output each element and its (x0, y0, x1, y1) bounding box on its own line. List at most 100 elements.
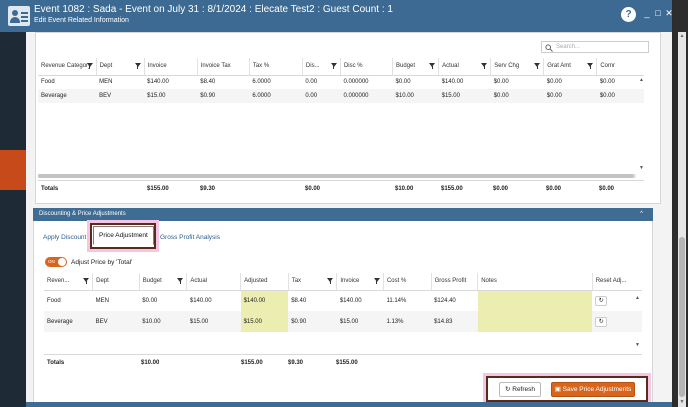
notes-input[interactable] (477, 290, 593, 311)
cell: 1.13% (383, 311, 432, 332)
filter-icon[interactable] (429, 63, 436, 69)
filter-icon[interactable] (373, 278, 380, 284)
adjust-price-toggle[interactable]: ON (45, 257, 67, 267)
col-invoice[interactable]: Invoice (336, 273, 384, 291)
tab-price-adjustment[interactable]: Price Adjustment (93, 226, 154, 245)
minimize-button[interactable]: _ (642, 8, 652, 18)
table-row[interactable]: Beverage BEV $10.00 $15.00 $15.00 $0.90 … (44, 311, 642, 332)
tab-gross-profit-analysis[interactable]: Gross Profit Analysis (160, 234, 220, 241)
revenue-totals-row: Totals $155.00 $9.30 $0.00 $10.00 $155.0… (38, 180, 644, 197)
filter-icon[interactable] (330, 63, 337, 69)
refresh-icon: ↻ (504, 386, 511, 393)
filter-icon[interactable] (481, 63, 488, 69)
cell: MEN (99, 79, 113, 86)
horizontal-scrollbar[interactable] (38, 174, 636, 178)
reset-icon[interactable]: ↻ (595, 316, 608, 327)
cell: $8.40 (200, 79, 216, 86)
close-button[interactable]: ✕ (664, 8, 674, 19)
refresh-button[interactable]: ↻ Refresh (499, 382, 541, 397)
filter-icon[interactable] (587, 63, 594, 69)
toggle-knob (58, 258, 66, 266)
window-title: Event 1082 : Sada - Event on July 31 : 8… (34, 4, 393, 15)
price-header-row: Reven... Dept Budget Actual Adjusted Tax… (44, 273, 642, 291)
table-row[interactable]: Food MEN $0.00 $140.00 $140.00 $8.40 $14… (44, 290, 642, 311)
col-dis[interactable]: Dis... (302, 58, 341, 76)
col-revenue-category[interactable]: Revenue Category (38, 58, 97, 76)
cell: $140.00 (339, 297, 362, 304)
adjusted-input[interactable]: $140.00 (240, 290, 289, 311)
search-icon (545, 44, 553, 52)
scrollbar-thumb[interactable] (679, 237, 685, 397)
col-adjusted[interactable]: Adjusted (240, 273, 289, 291)
col-serv-chg[interactable]: Serv Chg (490, 58, 545, 76)
discounting-panel: Apply Discount Price Adjustment Gross Pr… (33, 220, 653, 405)
col-dept[interactable]: Dept (92, 273, 140, 291)
price-adjustment-table: Reven... Dept Budget Actual Adjusted Tax… (44, 273, 642, 332)
save-icon: ▣ (554, 386, 561, 393)
totals-serv-chg: $0.00 (493, 186, 509, 192)
reset-cell: ↻ (592, 311, 642, 332)
col-comr[interactable]: Comr (596, 58, 644, 76)
revenue-header-row: Revenue Category Dept Invoice Invoice Ta… (38, 58, 644, 76)
cell: $0.00 (142, 297, 158, 304)
totals-invoice-tax: $9.30 (200, 186, 216, 192)
cell: Beverage (44, 311, 93, 332)
revenue-table: Revenue Category Dept Invoice Invoice Ta… (38, 58, 644, 103)
scroll-down-arrow[interactable]: ▼ (635, 342, 640, 348)
maximize-button[interactable]: □ (653, 8, 663, 18)
vertical-scrollbar[interactable]: ▲ ▼ (678, 32, 686, 407)
col-notes[interactable]: Notes (477, 273, 593, 291)
filter-icon[interactable] (177, 278, 184, 284)
adjusted-input[interactable]: $15.00 (240, 311, 289, 332)
collapse-icon[interactable]: ^ (640, 211, 643, 217)
cell: $0.00 (546, 79, 562, 86)
cell: $10.00 (392, 89, 439, 103)
col-dept[interactable]: Dept (96, 58, 145, 76)
col-gross-profit[interactable]: Gross Profit (431, 273, 479, 291)
save-price-adjustments-button[interactable]: ▣ Save Price Adjustments (551, 382, 635, 397)
cell: $15.00 (438, 89, 491, 103)
grid-search-input[interactable]: Search... (541, 41, 649, 53)
totals-label: Totals (41, 186, 59, 192)
filter-icon[interactable] (327, 278, 334, 284)
col-tax[interactable]: Tax (288, 273, 338, 291)
col-tax-percent[interactable]: Tax % (249, 58, 303, 76)
col-budget[interactable]: Budget (139, 273, 188, 291)
cell: Food (41, 79, 55, 86)
totals-invoice: $155.00 (336, 360, 358, 366)
tab-apply-discount[interactable]: Apply Discount (43, 234, 86, 241)
discounting-section-header[interactable]: Discounting & Price Adjustments ^ (33, 208, 653, 221)
cell: 6.0000 (249, 89, 303, 103)
help-button[interactable]: ? (621, 7, 636, 22)
desktop-background-left (0, 0, 26, 407)
scroll-down-arrow[interactable]: ▼ (678, 399, 686, 405)
cell: $14.83 (431, 311, 478, 332)
col-grat-amt[interactable]: Grat Amt (543, 58, 598, 76)
filter-icon[interactable] (134, 63, 141, 69)
col-actual[interactable]: Actual (438, 58, 492, 76)
col-invoice-tax[interactable]: Invoice Tax (197, 58, 250, 76)
col-budget[interactable]: Budget (392, 58, 440, 76)
scroll-down-arrow[interactable]: ▼ (639, 165, 644, 171)
search-placeholder: Search... (556, 44, 581, 50)
cell: $10.00 (139, 311, 187, 332)
col-actual[interactable]: Actual (186, 273, 242, 291)
scroll-up-arrow[interactable]: ▲ (639, 77, 644, 83)
table-row[interactable]: Beverage BEV $15.00 $0.90 6.0000 0.00 0.… (38, 89, 644, 103)
cell: $0.90 (288, 311, 337, 332)
notes-input[interactable] (477, 311, 593, 332)
col-revenue[interactable]: Reven... (44, 273, 94, 291)
cell: $0.00 (543, 89, 597, 103)
col-disc-percent[interactable]: Disc % (340, 58, 394, 76)
scroll-up-arrow[interactable]: ▲ (635, 295, 640, 301)
col-cost-percent[interactable]: Cost % (383, 273, 432, 291)
totals-grat-amt: $0.00 (546, 186, 562, 192)
filter-icon[interactable] (534, 63, 541, 69)
col-reset-adj[interactable]: Reset Adj... (592, 273, 642, 291)
reset-icon[interactable]: ↻ (595, 295, 608, 306)
filter-icon[interactable] (83, 278, 90, 284)
col-invoice[interactable]: Invoice (144, 58, 198, 76)
scroll-up-arrow[interactable]: ▲ (678, 33, 686, 39)
filter-icon[interactable] (86, 63, 93, 69)
table-row[interactable]: Food MEN $140.00 $8.40 6.0000 0.00 0.000… (38, 75, 644, 89)
